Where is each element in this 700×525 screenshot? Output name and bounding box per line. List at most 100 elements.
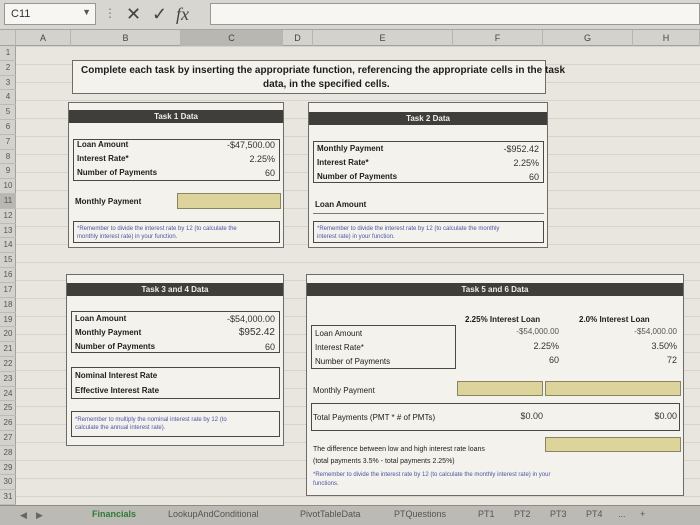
column-header-e[interactable]: E (313, 30, 453, 46)
row-header-13[interactable]: 13 (0, 224, 16, 239)
row-header-12[interactable]: 12 (0, 209, 16, 224)
task-3-4-note-line-1: *Remember to multiply the nominal intere… (75, 417, 227, 423)
column-header-c[interactable]: C (181, 30, 283, 46)
formula-input[interactable] (210, 3, 700, 25)
more-options-icon[interactable]: ⋮ (104, 6, 116, 20)
row-header-27[interactable]: 27 (0, 431, 16, 446)
row-header-10[interactable]: 10 (0, 179, 16, 195)
total-payments-value-2[interactable]: $0.00 (654, 411, 677, 421)
row-header-17[interactable]: 17 (0, 283, 16, 298)
row-header-15[interactable]: 15 (0, 253, 16, 269)
monthly-payment-value[interactable]: -$952.42 (503, 144, 539, 154)
tab-financials[interactable]: Financials (92, 509, 136, 519)
more-tabs-button[interactable]: ... (618, 509, 626, 519)
row-header-29[interactable]: 29 (0, 461, 16, 476)
instructions-line-2: data, in the specified cells. (263, 79, 390, 90)
number-of-payments-value-1[interactable]: 60 (549, 355, 559, 365)
tab-pt3[interactable]: PT3 (550, 509, 567, 519)
add-sheet-button[interactable]: + (640, 509, 645, 519)
row-header-28[interactable]: 28 (0, 446, 16, 461)
chevron-down-icon[interactable]: ▼ (82, 7, 91, 17)
loan-amount-label: Loan Amount (315, 200, 367, 209)
monthly-payment-answer-cell[interactable] (177, 193, 281, 209)
column-header-d[interactable]: D (283, 30, 313, 46)
column-header-2-25-loan: 2.25% Interest Loan (465, 315, 541, 324)
row-header-19[interactable]: 19 (0, 313, 16, 328)
row-header-11[interactable]: 11 (0, 194, 16, 209)
task-1-note-line-2: monthly interest rate) in your function. (77, 234, 178, 240)
column-header-b[interactable]: B (71, 30, 181, 46)
number-of-payments-value[interactable]: 60 (265, 168, 275, 178)
row-header-22[interactable]: 22 (0, 357, 16, 372)
prev-sheet-icon[interactable]: ◀ (20, 510, 27, 521)
row-header-23[interactable]: 23 (0, 372, 16, 387)
tab-pt-questions[interactable]: PTQuestions (394, 509, 446, 519)
tab-pt2[interactable]: PT2 (514, 509, 531, 519)
name-box[interactable]: C11 ▼ (4, 3, 96, 25)
row-header-24[interactable]: 24 (0, 387, 16, 402)
loan-amount-value-1[interactable]: -$54,000.00 (516, 327, 559, 336)
row-header-2[interactable]: 2 (0, 61, 16, 76)
column-header-f[interactable]: F (453, 30, 543, 46)
row-header-6[interactable]: 6 (0, 120, 16, 135)
interest-rate-label: Interest Rate* (315, 343, 364, 352)
row-header-18[interactable]: 18 (0, 298, 16, 313)
task-2-note-line-2: interest rate) in your function. (317, 234, 395, 240)
next-sheet-icon[interactable]: ▶ (36, 510, 43, 521)
row-header-9[interactable]: 9 (0, 164, 16, 180)
row-header-1[interactable]: 1 (0, 46, 16, 61)
row-header-5[interactable]: 5 (0, 105, 16, 121)
row-header-4[interactable]: 4 (0, 90, 16, 106)
interest-rate-value-2[interactable]: 3.50% (651, 341, 677, 351)
monthly-payment-answer-1[interactable] (457, 381, 543, 396)
select-all-corner[interactable] (0, 30, 16, 46)
row-header-31[interactable]: 31 (0, 490, 16, 505)
task-1-panel: Task 1 Data Loan Amount -$47,500.00 Inte… (68, 102, 284, 248)
column-header-a[interactable]: A (16, 30, 71, 46)
task-3-4-panel: Task 3 and 4 Data Loan Amount -$54,000.0… (66, 274, 284, 446)
number-of-payments-label: Number of Payments (317, 172, 398, 181)
interest-rate-label: Interest Rate* (77, 154, 129, 163)
row-header-7[interactable]: 7 (0, 135, 16, 150)
monthly-payment-label: Monthly Payment (75, 328, 142, 337)
insert-function-icon[interactable]: fx (176, 4, 189, 25)
loan-amount-value[interactable]: -$54,000.00 (227, 314, 275, 324)
monthly-payment-answer-2[interactable] (545, 381, 681, 396)
formula-bar: C11 ▼ ⋮ ✕ ✓ fx (0, 0, 700, 30)
row-header-8[interactable]: 8 (0, 150, 16, 165)
task-1-title: Task 1 Data (69, 110, 283, 123)
monthly-payment-value[interactable]: $952.42 (239, 327, 275, 338)
number-of-payments-value[interactable]: 60 (265, 342, 275, 352)
row-header-20[interactable]: 20 (0, 327, 16, 343)
row-header-14[interactable]: 14 (0, 238, 16, 254)
number-of-payments-value-2[interactable]: 72 (667, 355, 677, 365)
difference-answer-cell[interactable] (545, 437, 681, 452)
row-header-25[interactable]: 25 (0, 401, 16, 417)
row-header-16[interactable]: 16 (0, 268, 16, 283)
tab-pt4[interactable]: PT4 (586, 509, 603, 519)
tab-lookup-and-conditional[interactable]: LookupAndConditional (168, 509, 259, 519)
interest-rate-value[interactable]: 2.25% (513, 158, 539, 168)
row-header-30[interactable]: 30 (0, 475, 16, 491)
row-header-3[interactable]: 3 (0, 76, 16, 91)
monthly-payment-label: Monthly Payment (313, 386, 375, 395)
monthly-payment-label: Monthly Payment (75, 197, 142, 206)
interest-rate-value-1[interactable]: 2.25% (533, 341, 559, 351)
loan-amount-value[interactable]: -$47,500.00 (227, 140, 275, 150)
total-payments-value-1[interactable]: $0.00 (520, 411, 543, 421)
interest-rate-value[interactable]: 2.25% (249, 154, 275, 164)
number-of-payments-value[interactable]: 60 (529, 172, 539, 182)
number-of-payments-label: Number of Payments (75, 342, 156, 351)
row-header-21[interactable]: 21 (0, 342, 16, 357)
tab-pt1[interactable]: PT1 (478, 509, 495, 519)
effective-interest-rate-label: Effective Interest Rate (75, 386, 160, 395)
tab-pivot-table-data[interactable]: PivotTableData (300, 509, 361, 519)
column-header-h[interactable]: H (633, 30, 700, 46)
column-header-g[interactable]: G (543, 30, 633, 46)
row-header-26[interactable]: 26 (0, 416, 16, 431)
task-5-6-panel: Task 5 and 6 Data 2.25% Interest Loan 2.… (306, 274, 684, 496)
loan-amount-value-2[interactable]: -$54,000.00 (634, 327, 677, 336)
confirm-icon[interactable]: ✓ (152, 4, 167, 25)
cancel-icon[interactable]: ✕ (126, 4, 141, 25)
name-box-value: C11 (11, 8, 31, 20)
